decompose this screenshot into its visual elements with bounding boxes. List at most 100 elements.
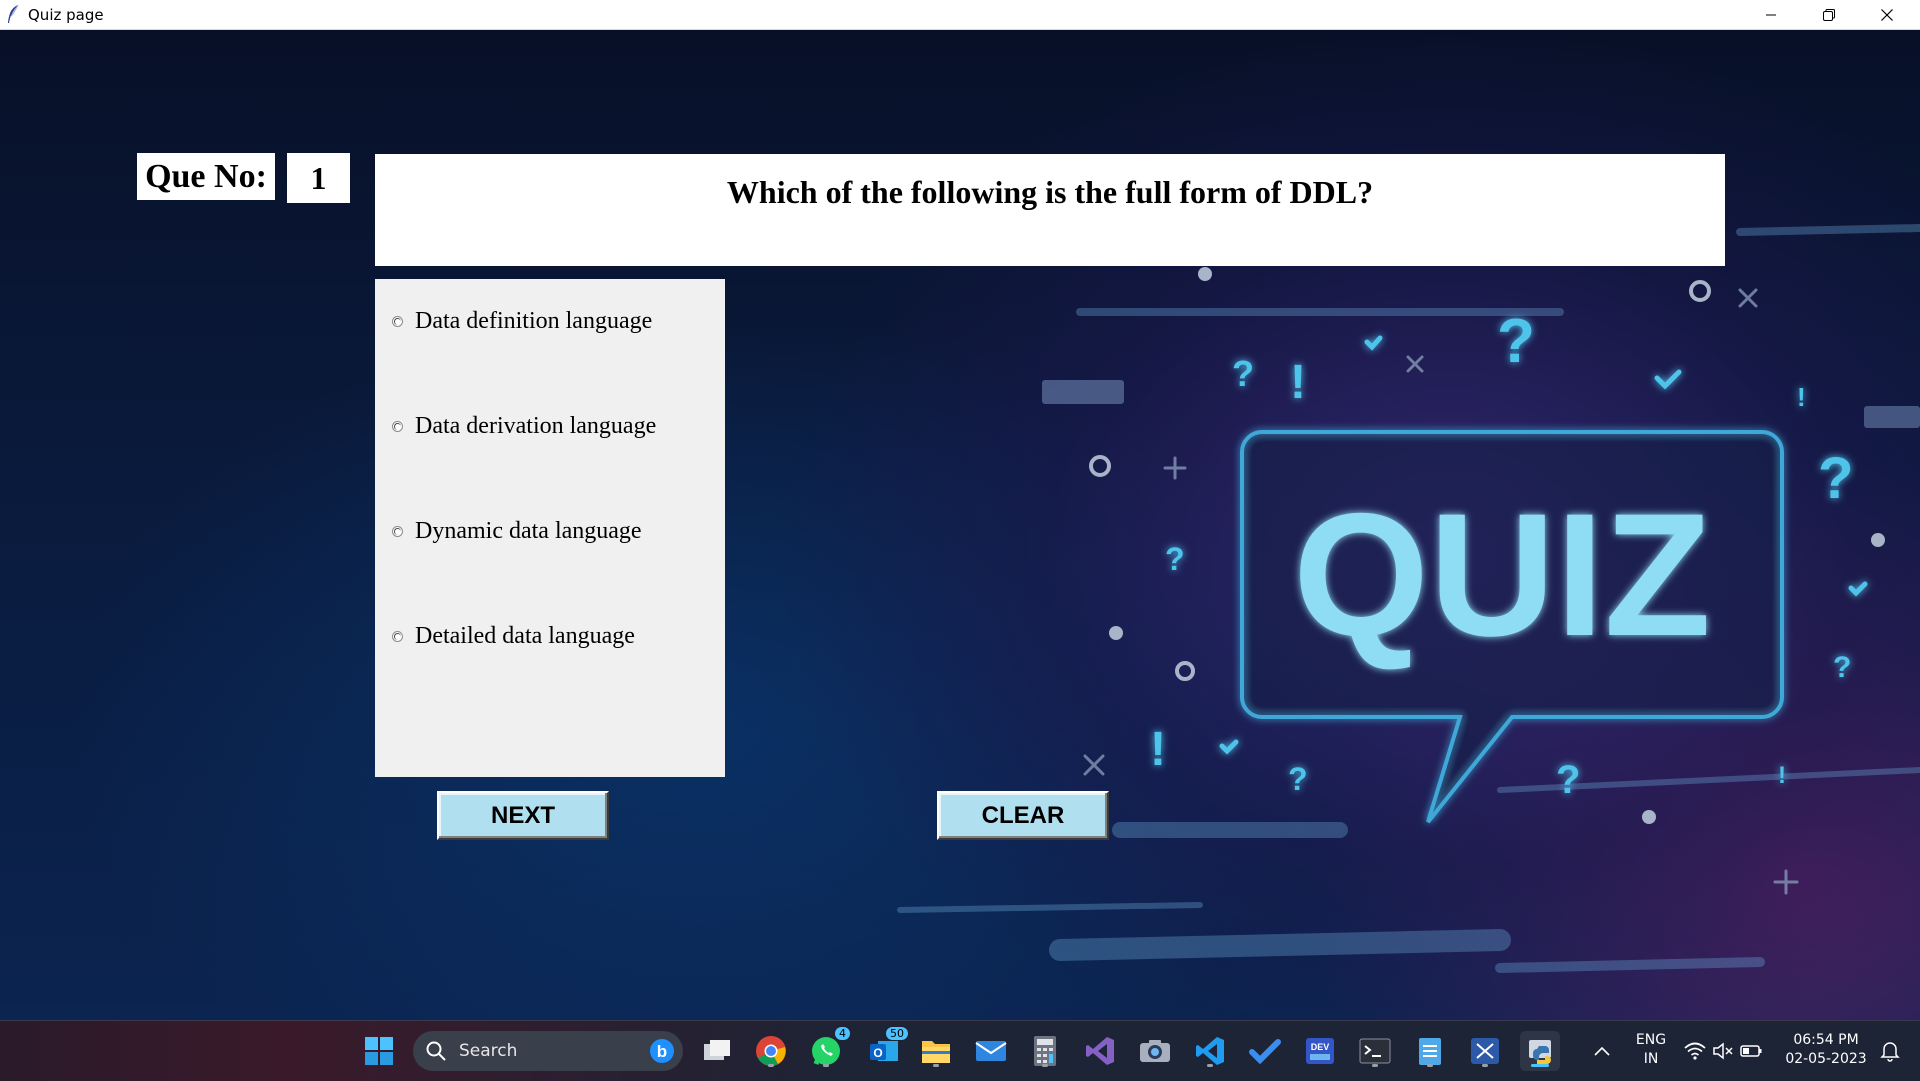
close-icon [1881,8,1893,21]
notification-badge: 4 [835,1027,850,1040]
wifi-icon [1684,1042,1706,1060]
chevron-up-icon [1594,1046,1610,1056]
radio-button[interactable] [392,316,403,327]
tk-feather-icon [8,4,19,23]
outlook-button[interactable]: O 50 [864,1027,908,1071]
file-explorer-button[interactable] [916,1031,956,1071]
language-code: ENG [1635,1032,1667,1048]
terminal-icon [1359,1038,1391,1064]
calculator-button[interactable] [1025,1031,1065,1071]
terminal-button[interactable] [1355,1031,1395,1071]
active-indicator [1531,1064,1549,1067]
option-label: Detailed data language [415,623,635,649]
question-text: Which of the following is the full form … [375,154,1725,266]
camera-button[interactable] [1135,1031,1175,1071]
task-view-button[interactable] [697,1031,737,1071]
running-indicator [823,1064,829,1067]
task-view-icon [704,1040,730,1060]
notepad-button[interactable] [1410,1031,1450,1071]
running-indicator [1207,1064,1213,1067]
svg-text:!: ! [1150,723,1166,776]
vscode-button[interactable] [1190,1031,1230,1071]
chrome-button[interactable] [751,1031,791,1071]
notification-badge: 50 [886,1027,908,1040]
language-indicator[interactable]: ENG IN [1628,1031,1674,1069]
clear-button[interactable]: CLEAR [937,791,1109,840]
todo-check-icon [1249,1039,1281,1064]
close-button[interactable] [1858,0,1916,29]
chrome-icon [756,1036,786,1066]
options-panel: Data definition language Data derivation… [375,279,725,777]
next-button[interactable]: NEXT [437,791,609,840]
search-icon [426,1041,446,1061]
radio-button[interactable] [392,421,403,432]
svg-text:b: b [657,1042,667,1061]
dev-icon: DEV [1306,1038,1334,1064]
folder-icon [922,1041,950,1063]
windows-icon [365,1037,393,1065]
search-placeholder: Search [459,1041,518,1061]
running-indicator [1427,1064,1433,1067]
svg-text:!: ! [1290,356,1306,409]
svg-text:?: ? [1556,758,1580,802]
quiz-banner-text: QUIZ [1293,478,1711,673]
window-title: Quiz page [28,6,104,24]
restore-icon [1823,8,1835,21]
svg-text:O: O [873,1046,882,1060]
taskbar-search[interactable]: Search b [413,1031,683,1071]
taskbar: Search b 4 O 50 DEV ENG IN 06:54 PM 02-0… [0,1020,1920,1081]
mail-button[interactable] [971,1031,1011,1071]
option-1[interactable]: Data definition language [392,308,652,335]
svg-text:?: ? [1818,446,1853,511]
bing-icon: b [650,1039,674,1063]
notification-bell-icon [1880,1042,1900,1062]
notepad-icon [1419,1038,1441,1065]
clock-time: 06:54 PM [1793,1032,1859,1048]
mail-icon [975,1041,1007,1061]
visual-studio-icon [1086,1037,1114,1065]
calculator-icon [1034,1036,1056,1066]
show-hidden-icons-button[interactable] [1582,1031,1622,1071]
question-number-value: 1 [287,153,350,203]
svg-text:!: ! [1797,382,1806,412]
svg-text:?: ? [1497,307,1535,376]
todo-button[interactable] [1245,1031,1285,1071]
option-2[interactable]: Data derivation language [392,413,656,440]
quick-settings-button[interactable] [1680,1031,1766,1071]
whatsapp-icon [812,1037,840,1065]
notifications-button[interactable] [1870,1031,1910,1071]
svg-text:!: ! [1778,762,1786,789]
option-label: Data definition language [415,308,653,334]
svg-text:?: ? [1833,651,1851,684]
running-indicator [1482,1064,1488,1067]
radio-button[interactable] [392,631,403,642]
dev-home-button[interactable]: DEV [1300,1031,1340,1071]
option-label: Dynamic data language [415,518,642,544]
snipping-tool-button[interactable] [1465,1031,1505,1071]
speaker-muted-icon [1713,1042,1733,1060]
minimize-icon [1766,14,1776,15]
svg-text:?: ? [1288,761,1308,797]
start-button[interactable] [359,1031,399,1071]
visual-studio-button[interactable] [1080,1031,1120,1071]
option-4[interactable]: Detailed data language [392,623,635,650]
region-code: IN [1643,1051,1659,1067]
running-indicator [1042,1064,1048,1067]
camera-icon [1140,1040,1170,1062]
option-label: Data derivation language [415,413,657,439]
running-indicator [1372,1064,1378,1067]
clock-date: 02-05-2023 [1785,1051,1867,1067]
python-app-button[interactable] [1520,1031,1560,1071]
option-3[interactable]: Dynamic data language [392,518,642,545]
running-indicator [768,1064,774,1067]
minimize-button[interactable] [1742,0,1800,29]
question-number-label: Que No: [137,153,275,200]
python-icon [1529,1040,1551,1064]
whatsapp-button[interactable]: 4 [806,1027,850,1071]
clock[interactable]: 06:54 PM 02-05-2023 [1780,1031,1872,1069]
restore-button[interactable] [1800,0,1858,29]
radio-button[interactable] [392,526,403,537]
title-bar: Quiz page [0,0,1920,30]
running-indicator [933,1064,939,1067]
svg-text:DEV: DEV [1311,1042,1330,1052]
